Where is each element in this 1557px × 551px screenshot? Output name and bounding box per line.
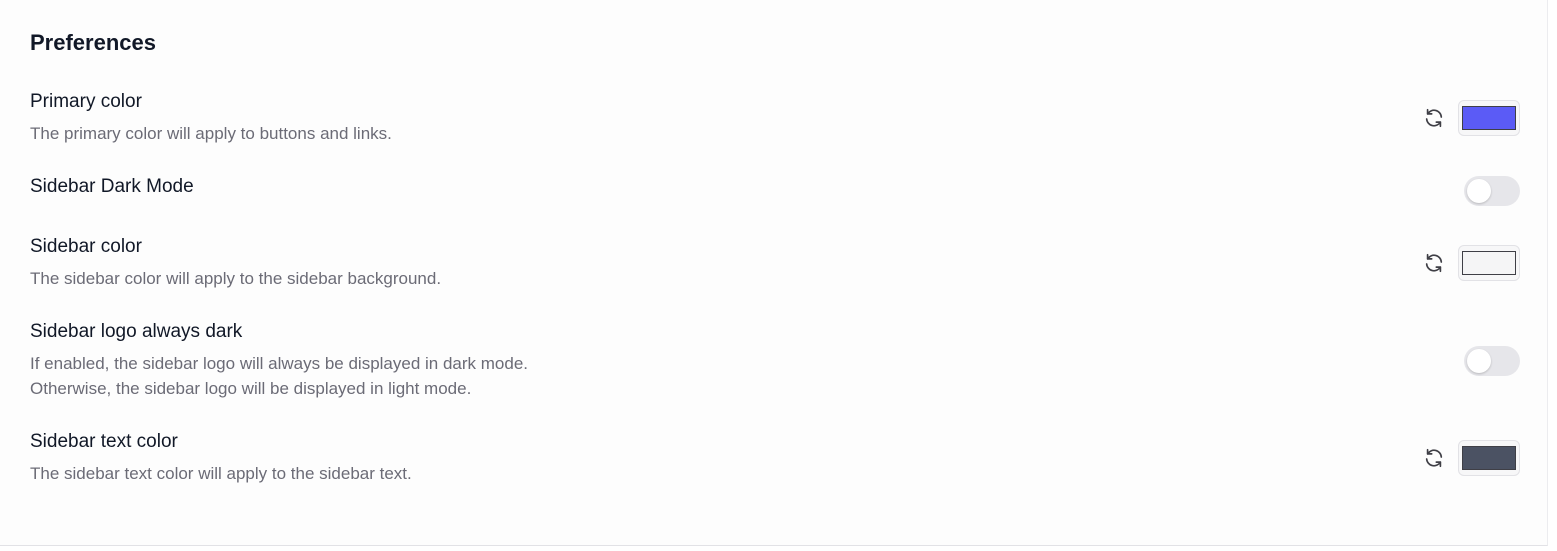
sidebar-dark-mode-toggle[interactable] [1464,176,1520,206]
toggle-knob [1467,179,1491,203]
refresh-icon [1425,108,1443,128]
sidebar-text-color-description: The sidebar text color will apply to the… [30,464,412,483]
primary-color-picker[interactable] [1458,100,1520,136]
primary-color-description: The primary color will apply to buttons … [30,124,392,143]
sidebar-color-swatch [1462,251,1516,275]
primary-color-swatch [1462,106,1516,130]
sidebar-text-color-reset-button[interactable] [1422,446,1446,470]
description-line: If enabled, the sidebar logo will always… [30,354,529,373]
setting-primary-color: Primary color The primary color will app… [30,90,1520,146]
sidebar-text-color-controls [1422,440,1520,476]
sidebar-color-picker[interactable] [1458,245,1520,281]
description-line: Otherwise, the sidebar logo will be disp… [30,379,472,398]
sidebar-logo-always-dark-label: Sidebar logo always dark [30,321,243,342]
sidebar-color-description: The sidebar color will apply to the side… [30,269,442,288]
primary-color-controls [1422,100,1520,136]
sidebar-color-reset-button[interactable] [1422,251,1446,275]
sidebar-color-controls [1422,245,1520,281]
section-title: Preferences [30,30,156,55]
primary-color-label: Primary color [30,91,142,112]
sidebar-text-color-label: Sidebar text color [30,431,178,452]
preferences-card: Preferences Primary color The primary co… [0,0,1548,546]
toggle-knob [1467,349,1491,373]
setting-sidebar-color: Sidebar color The sidebar color will app… [30,235,1520,291]
sidebar-color-label: Sidebar color [30,236,142,257]
sidebar-logo-always-dark-description: If enabled, the sidebar logo will always… [30,351,1520,401]
sidebar-dark-mode-label: Sidebar Dark Mode [30,176,194,197]
setting-sidebar-dark-mode: Sidebar Dark Mode [30,175,1520,206]
refresh-icon [1425,448,1443,468]
primary-color-reset-button[interactable] [1422,106,1446,130]
refresh-icon [1425,253,1443,273]
setting-sidebar-text-color: Sidebar text color The sidebar text colo… [30,430,1520,486]
sidebar-text-color-swatch [1462,446,1516,470]
sidebar-logo-always-dark-toggle[interactable] [1464,346,1520,376]
page: Preferences Primary color The primary co… [0,0,1557,551]
setting-sidebar-logo-always-dark: Sidebar logo always dark If enabled, the… [30,320,1520,401]
sidebar-text-color-picker[interactable] [1458,440,1520,476]
